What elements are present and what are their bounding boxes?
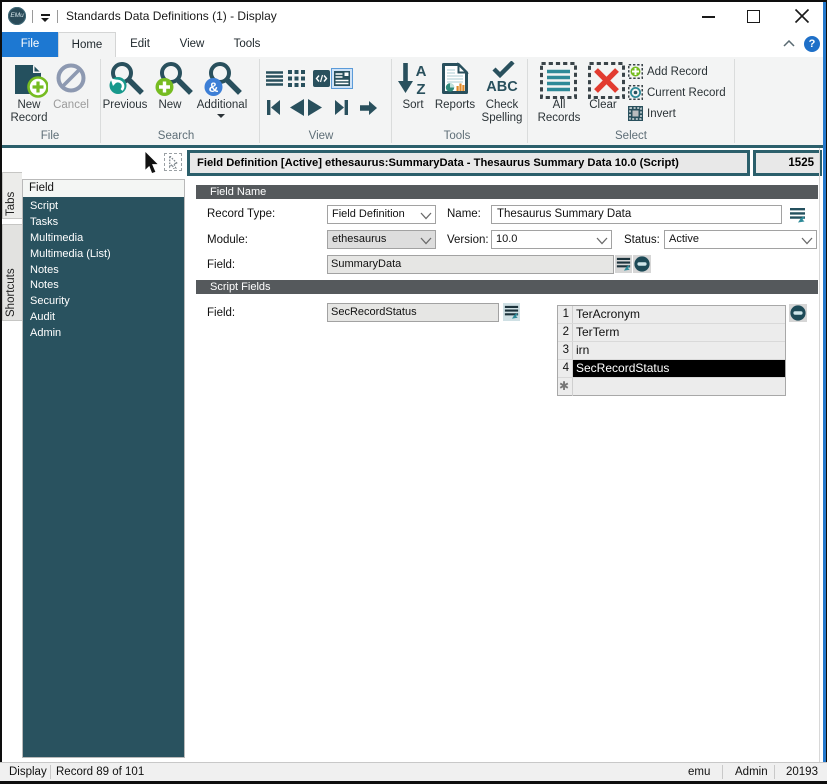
svg-text:Z: Z (416, 81, 425, 95)
svg-text:&: & (209, 80, 219, 95)
svg-text:A: A (416, 63, 427, 80)
